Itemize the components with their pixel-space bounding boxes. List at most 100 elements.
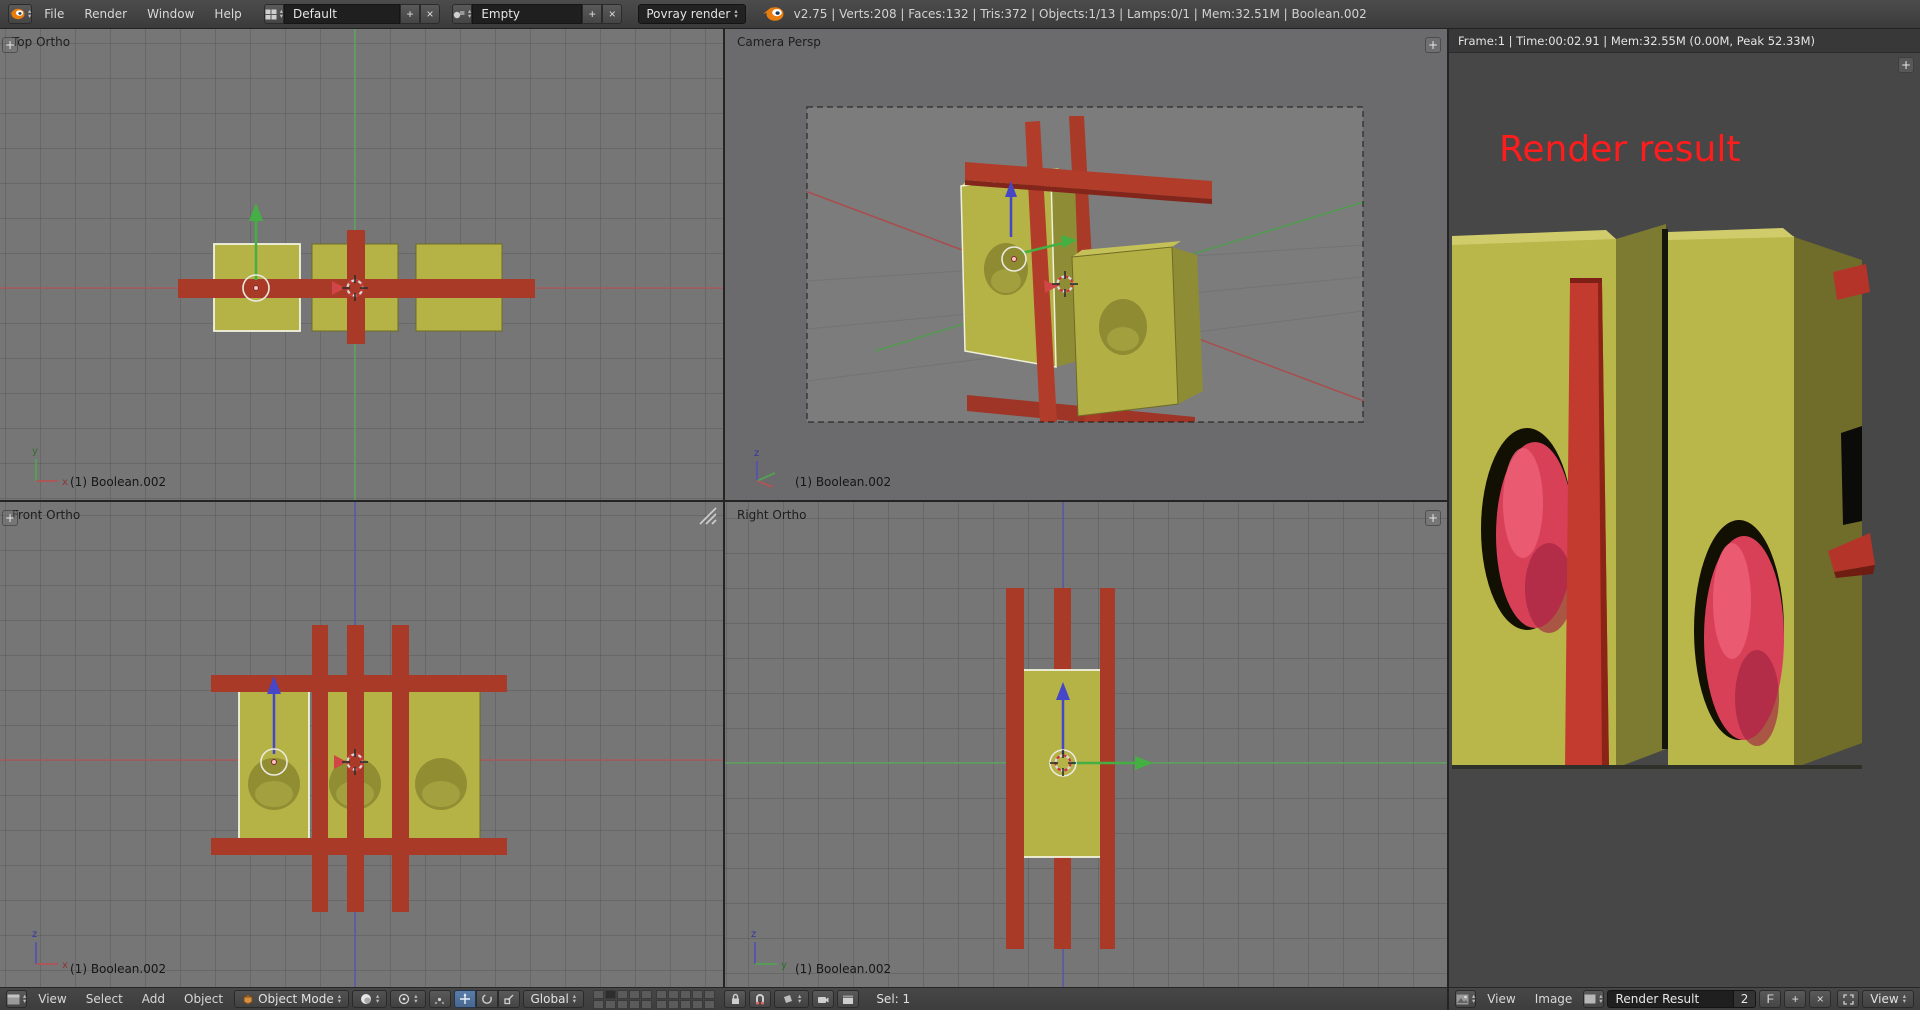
viewport-camera-persp[interactable]: z Camera Persp (1) Boolean.002 + [725, 29, 1449, 502]
chevron-updown-icon: ▴▾ [1599, 994, 1602, 1004]
editor-type-button[interactable]: ▴▾ [6, 990, 27, 1008]
viewport-right-ortho[interactable]: y z Right Ortho (1) Boolean.002 + [725, 502, 1449, 987]
chevron-updown-icon: ▴▾ [1472, 994, 1475, 1004]
orientation-selector[interactable]: Global ▴▾ [523, 990, 585, 1008]
lock-icon [730, 993, 741, 1005]
manipulator-rotate-button[interactable] [476, 990, 498, 1008]
menu-render[interactable]: Render [74, 4, 137, 24]
image-browse-icon [1584, 994, 1596, 1004]
layer-group-1[interactable] [593, 990, 652, 1009]
render-slot-badge[interactable]: 2 [1733, 991, 1756, 1007]
red-bar-right [1100, 588, 1115, 949]
lock-to-scene-toggle[interactable] [724, 990, 746, 1008]
top-header-bar: ▴▾ File Render Window Help ▴▾ Default + … [0, 0, 1920, 29]
cube-left [961, 168, 1081, 367]
menu-view[interactable]: View [1479, 990, 1523, 1008]
image-browse-button[interactable]: ▴▾ [1583, 990, 1603, 1008]
editor-3dview-icon [7, 994, 20, 1005]
app-menu-button[interactable]: ▴▾ [8, 4, 32, 24]
y-arrow-head [1135, 756, 1153, 770]
image-name-value: Render Result [1608, 992, 1733, 1006]
right-ortho-canvas: y z [725, 502, 1447, 987]
snap-toggle[interactable] [749, 990, 771, 1008]
image-view-dropdown[interactable]: View ▴▾ [1862, 990, 1914, 1008]
snap-element-selector[interactable]: ▴▾ [774, 990, 809, 1008]
render-opengl-button[interactable] [812, 990, 834, 1008]
menu-window[interactable]: Window [137, 4, 204, 24]
scene-objects [178, 230, 535, 344]
menu-object[interactable]: Object [176, 990, 231, 1008]
manipulator-scale-button[interactable] [498, 990, 520, 1008]
snap-face-icon [782, 993, 794, 1005]
manipulator-widget [454, 990, 520, 1008]
mode-value: Object Mode [258, 992, 334, 1006]
render-engine-select[interactable]: Povray render ▴▾ [638, 4, 745, 24]
menu-add[interactable]: Add [134, 990, 173, 1008]
clapper-icon [842, 994, 854, 1005]
pivot-align-toggle[interactable] [429, 990, 451, 1008]
shading-selector[interactable]: ▴▾ [352, 990, 387, 1008]
menu-select[interactable]: Select [78, 990, 131, 1008]
scopes-toggle-button[interactable] [1837, 990, 1859, 1008]
scene-browse-button[interactable]: ▴▾ [452, 4, 472, 24]
menu-image[interactable]: Image [1527, 990, 1581, 1008]
manipulator-translate-button[interactable] [454, 990, 476, 1008]
pivot-selector[interactable]: ▴▾ [390, 990, 425, 1008]
scene-selector: ▴▾ Empty + × [452, 4, 622, 24]
layout-close-button[interactable]: × [420, 4, 440, 24]
active-object-label: (1) Boolean.002 [795, 475, 891, 489]
new-image-button[interactable]: + [1784, 990, 1806, 1008]
viewport-footer: ▴▾ View Select Add Object Object Mode ▴▾… [0, 987, 1449, 1010]
svg-text:z: z [751, 929, 756, 940]
image-editor-footer: ▴▾ View Image ▴▾ Render Result 2 F + × [1449, 987, 1920, 1010]
translate-icon [459, 993, 471, 1005]
axis-gizmo: z [754, 448, 775, 487]
camera-canvas: z [725, 29, 1447, 500]
axis-gizmo: x z [32, 929, 68, 971]
svg-text:z: z [32, 929, 37, 940]
layer-group-2[interactable] [656, 990, 715, 1009]
scene-name-field[interactable]: Empty [472, 4, 582, 24]
blender-icon [9, 7, 25, 21]
scene-add-button[interactable]: + [582, 4, 602, 24]
layers-widget[interactable] [593, 990, 715, 1009]
shading-sphere-icon [360, 993, 372, 1005]
image-name-field[interactable]: Render Result 2 [1607, 990, 1757, 1008]
menu-view[interactable]: View [30, 990, 74, 1008]
chevron-updown-icon: ▴▾ [573, 994, 576, 1004]
chevron-updown-icon: ▴▾ [468, 9, 471, 19]
menu-file[interactable]: File [34, 4, 74, 24]
image-editor-panel[interactable]: Frame:1 | Time:00:02.91 | Mem:32.55M (0.… [1449, 29, 1920, 987]
area-resize-widget[interactable] [697, 505, 719, 527]
viewport-name-label: Right Ortho [737, 508, 806, 522]
layout-name-field[interactable]: Default [284, 4, 400, 24]
render-red-bar [1565, 278, 1609, 768]
chevron-updown-icon: ▴▾ [338, 994, 341, 1004]
mode-selector[interactable]: Object Mode ▴▾ [234, 990, 349, 1008]
layout-browse-button[interactable]: ▴▾ [264, 4, 284, 24]
render-stats-bar: Frame:1 | Time:00:02.91 | Mem:32.55M (0.… [1449, 29, 1920, 53]
scene-close-button[interactable]: × [602, 4, 622, 24]
active-object-label: (1) Boolean.002 [795, 962, 891, 976]
red-bar-horizontal-1 [211, 675, 507, 692]
viewport-top-ortho[interactable]: x y Top Ortho (1) Boolean.002 + [0, 29, 725, 502]
menu-help[interactable]: Help [204, 4, 251, 24]
region-expand-tab[interactable]: + [1425, 37, 1441, 53]
chevron-updown-icon: ▴▾ [376, 994, 379, 1004]
layout-add-button[interactable]: + [400, 4, 420, 24]
region-expand-tab[interactable]: + [1898, 57, 1914, 73]
fake-user-button[interactable]: F [1759, 990, 1781, 1008]
render-opengl-anim-button[interactable] [837, 990, 859, 1008]
active-object-label: (1) Boolean.002 [70, 962, 166, 976]
region-expand-tab[interactable]: + [2, 510, 18, 526]
image-editor-type-button[interactable]: ▴▾ [1455, 990, 1476, 1008]
scene-icon [453, 9, 465, 20]
region-expand-tab[interactable]: + [1425, 510, 1441, 526]
object-mode-icon [242, 993, 254, 1005]
unlink-image-button[interactable]: × [1809, 990, 1831, 1008]
viewport-front-ortho[interactable]: x z Front Ortho (1) Boolean.002 + [0, 502, 725, 987]
chevron-updown-icon: ▴▾ [734, 9, 737, 19]
axis-gizmo: y z [751, 929, 787, 971]
red-bar-left [1006, 588, 1024, 949]
region-expand-tab[interactable]: + [2, 37, 18, 53]
